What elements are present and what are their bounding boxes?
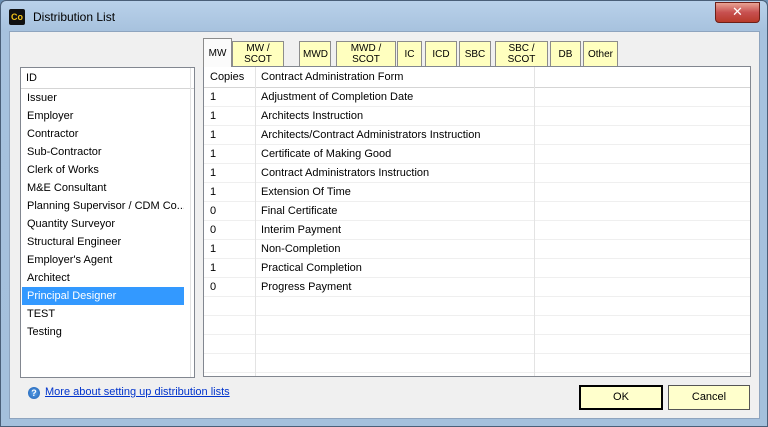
cancel-button[interactable]: Cancel bbox=[668, 385, 750, 410]
copies-cell[interactable]: 1 bbox=[210, 107, 216, 125]
copies-cell[interactable]: 0 bbox=[210, 221, 216, 239]
form-cell: Architects/Contract Administrators Instr… bbox=[261, 129, 481, 141]
table-row[interactable]: 1 Certificate of Making Good bbox=[204, 145, 750, 164]
form-cell: Extension Of Time bbox=[261, 186, 351, 198]
copies-cell[interactable]: 1 bbox=[210, 126, 216, 144]
table-row[interactable]: 0 Final Certificate bbox=[204, 202, 750, 221]
table-row[interactable]: 1 Non-Completion bbox=[204, 240, 750, 259]
dialog-body: MW MW / SCOT MWD MWD / SCOT IC ICD SBC SBC / SC… bbox=[9, 31, 760, 419]
tab-mw-scot[interactable]: MW / SCOT bbox=[232, 41, 284, 66]
tab-label: SBC / SCOT bbox=[507, 43, 536, 65]
tab-icd[interactable]: ICD bbox=[425, 41, 457, 66]
id-list-item[interactable]: Structural Engineer bbox=[22, 233, 184, 251]
empty-row bbox=[204, 373, 750, 376]
id-list-item[interactable]: TEST bbox=[22, 305, 184, 323]
ok-button[interactable]: OK bbox=[579, 385, 663, 410]
app-icon: Co bbox=[9, 9, 25, 25]
id-list-item[interactable]: Quantity Surveyor bbox=[22, 215, 184, 233]
form-cell: Interim Payment bbox=[261, 224, 342, 236]
table-row[interactable]: 1 Architects/Contract Administrators Inst… bbox=[204, 126, 750, 145]
tab-label: MWD / SCOT bbox=[350, 43, 382, 65]
tab-sbc[interactable]: SBC bbox=[459, 41, 491, 66]
help-link[interactable]: More about setting up distribution lists bbox=[45, 386, 230, 398]
form-cell: Certificate of Making Good bbox=[261, 148, 392, 160]
copies-cell[interactable]: 1 bbox=[210, 164, 216, 182]
table-row[interactable]: 1 Extension Of Time bbox=[204, 183, 750, 202]
grid-column-divider bbox=[534, 67, 535, 376]
table-row[interactable]: 1 Architects Instruction bbox=[204, 107, 750, 126]
copies-cell[interactable]: 1 bbox=[210, 240, 216, 258]
tab-ic[interactable]: IC bbox=[397, 41, 422, 66]
id-list-header: ID bbox=[21, 68, 194, 89]
id-list-item[interactable]: Contractor bbox=[22, 125, 184, 143]
form-cell: Final Certificate bbox=[261, 205, 338, 217]
tab-label: SBC bbox=[464, 48, 486, 60]
id-list-item[interactable]: Clerk of Works bbox=[22, 161, 184, 179]
tab-other[interactable]: Other bbox=[583, 41, 618, 66]
copies-cell[interactable]: 1 bbox=[210, 259, 216, 277]
tab-mwd[interactable]: MWD bbox=[299, 41, 331, 66]
form-cell: Adjustment of Completion Date bbox=[261, 91, 414, 103]
id-list-item[interactable]: Architect bbox=[22, 269, 184, 287]
copies-cell[interactable]: 1 bbox=[210, 88, 216, 106]
copies-cell[interactable]: 1 bbox=[210, 183, 216, 201]
tab-label: DB bbox=[558, 48, 573, 60]
copies-column-header[interactable]: Copies bbox=[210, 67, 244, 87]
empty-row bbox=[204, 335, 750, 354]
grid-column-divider bbox=[255, 67, 256, 376]
tab-label: ICD bbox=[432, 48, 450, 60]
title-bar[interactable]: Co Distribution List ✕ bbox=[1, 1, 767, 31]
table-row[interactable]: 1 Practical Completion bbox=[204, 259, 750, 278]
window-title: Distribution List bbox=[33, 10, 116, 24]
empty-row bbox=[204, 297, 750, 316]
distribution-list-window: Co Distribution List ✕ MW MW / SCOT MWD MWD… bbox=[0, 0, 768, 427]
form-cell: Contract Administrators Instruction bbox=[261, 167, 430, 179]
id-list-item[interactable]: Employer bbox=[22, 107, 184, 125]
form-cell: Non-Completion bbox=[261, 243, 341, 255]
id-list-item[interactable]: Sub-Contractor bbox=[22, 143, 184, 161]
grid-header-row: Copies Contract Administration Form bbox=[204, 67, 750, 88]
table-row[interactable]: 0 Interim Payment bbox=[204, 221, 750, 240]
form-column-header[interactable]: Contract Administration Form bbox=[261, 67, 403, 87]
tab-label: IC bbox=[404, 48, 415, 60]
tab-label: MWD bbox=[303, 48, 328, 60]
tab-label: MW / SCOT bbox=[244, 43, 272, 65]
copies-cell[interactable]: 1 bbox=[210, 145, 216, 163]
form-cell: Practical Completion bbox=[261, 262, 362, 274]
id-list-item[interactable]: M&E Consultant bbox=[22, 179, 184, 197]
table-row[interactable]: 0 Progress Payment bbox=[204, 278, 750, 297]
form-cell: Progress Payment bbox=[261, 281, 352, 293]
table-row[interactable]: 1 Adjustment of Completion Date bbox=[204, 88, 750, 107]
id-list-item[interactable]: Testing bbox=[22, 323, 184, 341]
id-list-divider bbox=[190, 68, 191, 377]
close-button[interactable]: ✕ bbox=[715, 2, 760, 23]
id-list-item[interactable]: Planning Supervisor / CDM Co... bbox=[22, 197, 184, 215]
tab-db[interactable]: DB bbox=[550, 41, 581, 66]
empty-row bbox=[204, 316, 750, 335]
table-row[interactable]: 1 Contract Administrators Instruction bbox=[204, 164, 750, 183]
tab-mw[interactable]: MW bbox=[203, 38, 232, 67]
copies-cell[interactable]: 0 bbox=[210, 202, 216, 220]
id-list[interactable]: ID Issuer Employer Contractor Sub-Contracto… bbox=[20, 67, 195, 378]
tab-label: Other bbox=[587, 48, 613, 60]
id-list-item[interactable]: Issuer bbox=[22, 89, 184, 107]
close-icon: ✕ bbox=[732, 4, 743, 19]
form-cell: Architects Instruction bbox=[261, 110, 364, 122]
id-list-item[interactable]: Employer's Agent bbox=[22, 251, 184, 269]
id-list-item[interactable]: Principal Designer bbox=[22, 287, 184, 305]
copies-cell[interactable]: 0 bbox=[210, 278, 216, 296]
forms-grid[interactable]: Copies Contract Administration Form 1 Adj… bbox=[203, 66, 751, 377]
tab-sbc-scot[interactable]: SBC / SCOT bbox=[495, 41, 548, 66]
tab-label: MW bbox=[208, 47, 227, 59]
tab-mwd-scot[interactable]: MWD / SCOT bbox=[336, 41, 396, 66]
empty-row bbox=[204, 354, 750, 373]
help-icon[interactable]: ? bbox=[28, 387, 40, 399]
